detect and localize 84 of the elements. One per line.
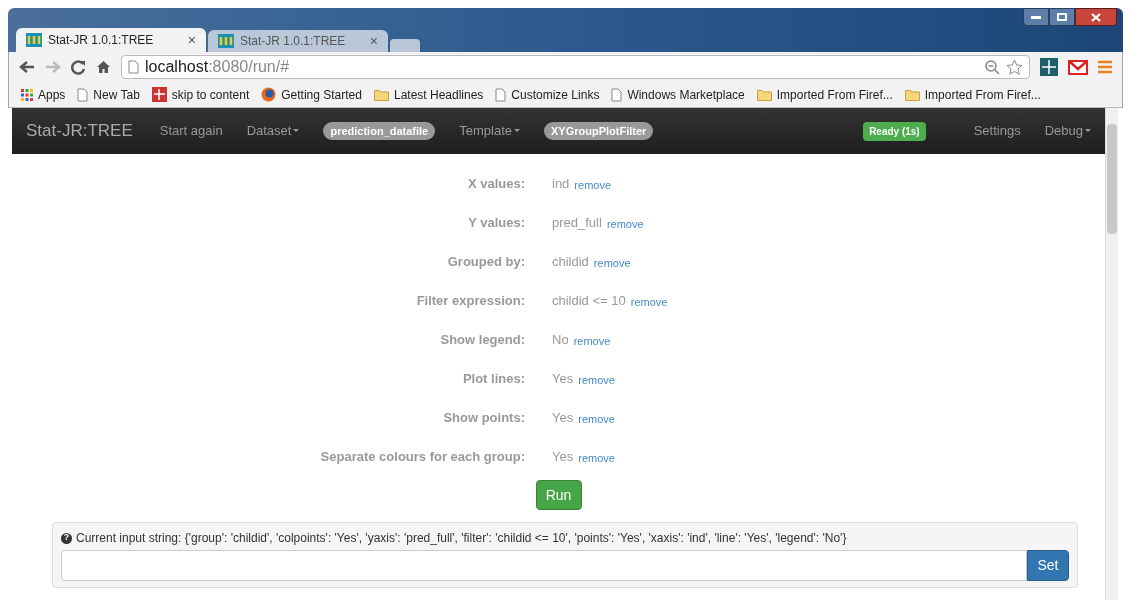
extension-icon[interactable] <box>1040 58 1058 76</box>
remove-link[interactable]: remove <box>630 294 668 311</box>
browser-tab[interactable]: Stat-JR 1.0.1:TREE × <box>208 30 388 52</box>
remove-link[interactable]: remove <box>578 411 615 428</box>
folder-icon <box>756 88 772 101</box>
dataset-pill[interactable]: prediction_datafile <box>323 121 436 141</box>
tab-title: Stat-JR 1.0.1:TREE <box>48 32 155 49</box>
bookmark-link[interactable]: New Tab <box>93 85 140 104</box>
bookmark-link[interactable]: Latest Headlines <box>393 85 484 104</box>
caret-icon <box>514 129 520 133</box>
close-button[interactable] <box>1075 8 1117 26</box>
field-value: No <box>552 330 569 349</box>
firefox-icon <box>261 87 277 102</box>
bookmark-link[interactable]: Getting Started <box>281 85 362 104</box>
field-label: Plot lines: <box>461 369 526 388</box>
nav-link[interactable]: Settings <box>973 121 1021 141</box>
scrollbar[interactable] <box>1105 108 1118 600</box>
field-label: X values: <box>466 174 526 193</box>
bookmark-link[interactable]: Customize Links <box>511 85 600 104</box>
remove-link[interactable]: remove <box>606 216 644 233</box>
remove-link[interactable]: remove <box>578 450 615 467</box>
bookmark-link[interactable]: Apps <box>38 85 66 104</box>
field-value: Yes <box>552 447 574 466</box>
remove-link[interactable]: remove <box>593 255 631 272</box>
dataset-pill[interactable]: XYGroupPlotFilter <box>544 121 654 141</box>
field-value: childid <box>552 252 589 271</box>
set-button[interactable]: Set <box>1027 550 1069 581</box>
dropdown-menu[interactable]: Dataset <box>246 121 300 141</box>
field-label: Show points: <box>442 408 526 427</box>
close-icon[interactable]: × <box>369 30 378 52</box>
folder-icon <box>373 88 389 101</box>
caret-icon <box>293 129 300 133</box>
input-field[interactable] <box>61 550 1027 581</box>
field-label: Show legend: <box>439 330 526 349</box>
status-badge: Ready (1s) <box>863 121 926 141</box>
field-label: Filter expression: <box>415 291 526 310</box>
caret-icon <box>1085 129 1091 133</box>
minimize-button[interactable] <box>1023 8 1049 26</box>
field-value: Yes <box>552 369 574 388</box>
field-value: ind <box>552 174 570 193</box>
remove-link[interactable]: remove <box>574 177 612 194</box>
brand-link[interactable]: Stat-JR:TREE <box>26 118 133 144</box>
dropdown-menu[interactable]: Debug <box>1044 121 1091 141</box>
bookmark-link[interactable]: Imported From Firef... <box>776 85 893 104</box>
app-logo-icon <box>26 33 42 47</box>
back-icon[interactable] <box>19 60 35 74</box>
field-label: Separate colours for each group: <box>319 447 526 466</box>
field-value: Yes <box>552 408 574 427</box>
url-text: localhost:8080/run/# <box>145 57 290 77</box>
field-value: pred_full <box>552 213 602 232</box>
page-icon <box>128 60 139 74</box>
bookmark-link[interactable]: Windows Marketplace <box>627 85 745 104</box>
tab-title: Stat-JR 1.0.1:TREE <box>240 33 347 50</box>
maximize-button[interactable] <box>1049 8 1075 26</box>
input-string-text: Current input string: {'group': 'childid', 'colpoints': 'Yes', 'yaxis': 'pred_full', 'filter': 'childid <= 10', 'points': 'Yes', 'xaxis': 'ind', 'line': 'Yes', 'legend': 'No'} <box>76 530 847 547</box>
close-icon <box>1091 12 1101 22</box>
help-icon: ? <box>61 532 72 544</box>
run-button[interactable]: Run <box>535 480 582 510</box>
home-icon[interactable] <box>96 60 111 74</box>
remove-link[interactable]: remove <box>578 372 615 389</box>
remove-link[interactable]: remove <box>573 333 611 350</box>
folder-icon <box>904 88 920 101</box>
dropdown-menu[interactable]: Template <box>459 121 520 141</box>
zoom-icon[interactable] <box>984 59 1000 75</box>
apps-grid-icon <box>21 88 33 101</box>
mail-icon[interactable] <box>1068 59 1088 75</box>
page-icon <box>611 87 623 102</box>
field-value: childid <= 10 <box>552 291 626 310</box>
minimize-icon <box>1031 15 1041 19</box>
page-icon <box>77 87 89 102</box>
app-logo-icon <box>218 34 234 48</box>
field-label: Y values: <box>467 213 526 232</box>
bookmark-link[interactable]: Imported From Firef... <box>924 85 1041 104</box>
close-icon[interactable]: × <box>187 29 196 51</box>
star-icon[interactable] <box>1006 58 1023 76</box>
nav-link[interactable]: Start again <box>159 121 223 141</box>
address-bar[interactable]: localhost:8080/run/# <box>121 55 1030 79</box>
bookmark-link[interactable]: skip to content <box>171 85 250 104</box>
maximize-icon <box>1057 13 1067 21</box>
reload-icon[interactable] <box>71 59 86 75</box>
site-icon <box>151 87 167 102</box>
browser-tab[interactable]: Stat-JR 1.0.1:TREE × <box>16 28 206 52</box>
field-label: Grouped by: <box>446 252 526 271</box>
page-icon <box>495 87 507 102</box>
